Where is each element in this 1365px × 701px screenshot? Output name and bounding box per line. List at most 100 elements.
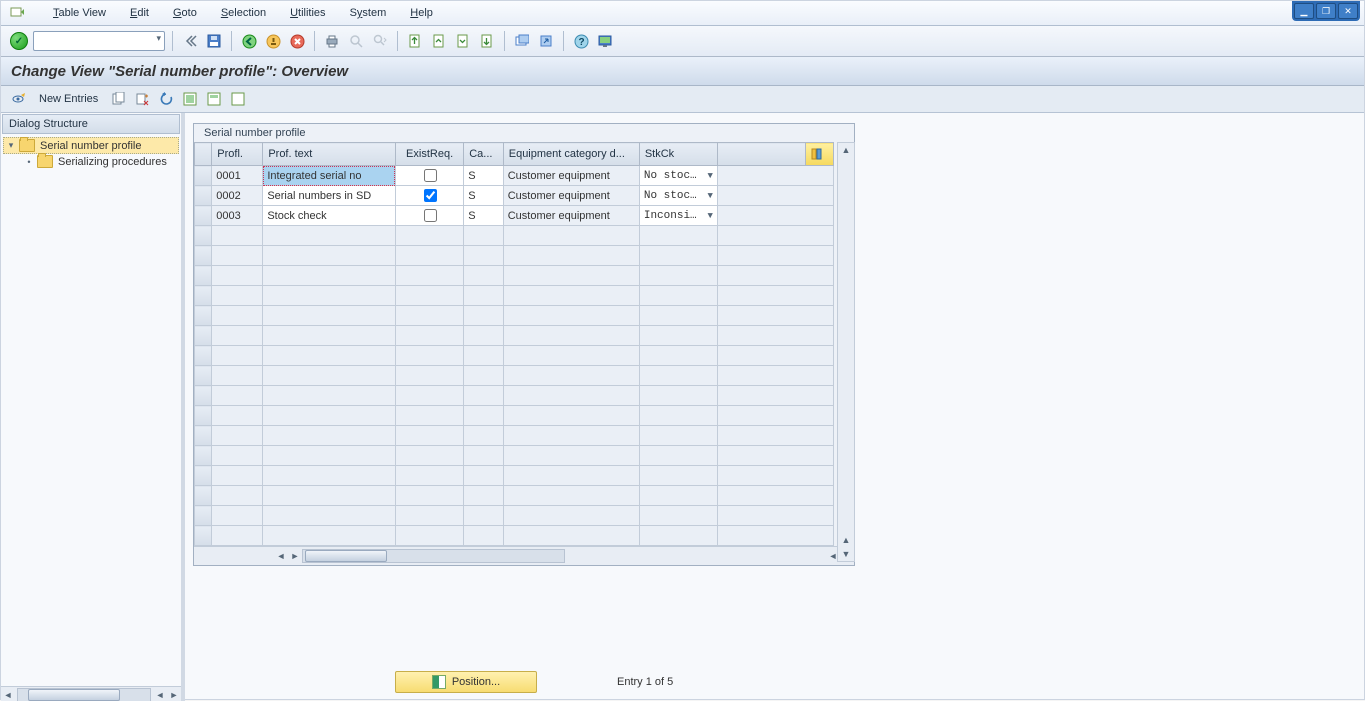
scroll-track[interactable]	[17, 688, 151, 701]
cell-empty[interactable]	[639, 326, 717, 346]
last-page-icon[interactable]	[477, 31, 497, 51]
change-display-icon[interactable]	[9, 89, 29, 109]
cell-empty[interactable]	[212, 506, 263, 526]
cell-category[interactable]: S	[464, 166, 504, 186]
help-icon[interactable]: ?	[571, 31, 591, 51]
cell-empty[interactable]	[464, 506, 504, 526]
cell-empty[interactable]	[639, 246, 717, 266]
find-icon[interactable]	[346, 31, 366, 51]
stkck-dropdown[interactable]: No stoc…▼	[644, 170, 713, 182]
cell-empty[interactable]	[639, 486, 717, 506]
col-header-existreq[interactable]: ExistReq.	[395, 143, 463, 166]
row-selector[interactable]	[195, 306, 212, 326]
scroll-thumb[interactable]	[28, 689, 120, 701]
cell-empty[interactable]	[503, 486, 639, 506]
menu-help[interactable]: Help	[398, 1, 445, 25]
select-block-icon[interactable]	[204, 89, 224, 109]
cell-empty[interactable]	[464, 326, 504, 346]
cell-empty[interactable]	[212, 366, 263, 386]
cell-empty[interactable]	[263, 386, 396, 406]
row-selector[interactable]	[195, 526, 212, 546]
cell-empty[interactable]	[395, 266, 463, 286]
row-selector[interactable]	[195, 166, 212, 186]
cell-stkck[interactable]: Inconsi…▼	[639, 206, 717, 226]
cell-empty[interactable]	[639, 366, 717, 386]
cell-empty[interactable]	[395, 506, 463, 526]
cell-empty[interactable]	[464, 286, 504, 306]
table-row[interactable]	[195, 426, 834, 446]
cell-empty[interactable]	[263, 226, 396, 246]
cell-empty[interactable]	[212, 426, 263, 446]
cell-empty[interactable]	[503, 506, 639, 526]
col-header-equipment-desc[interactable]: Equipment category d...	[503, 143, 639, 166]
select-all-icon[interactable]	[180, 89, 200, 109]
new-session-icon[interactable]	[512, 31, 532, 51]
cell-equipment-desc[interactable]: Customer equipment	[503, 166, 639, 186]
cell-empty[interactable]	[263, 246, 396, 266]
cell-empty[interactable]	[503, 526, 639, 546]
prev-page-icon[interactable]	[429, 31, 449, 51]
cell-empty[interactable]	[639, 446, 717, 466]
cell-empty[interactable]	[395, 526, 463, 546]
cell-empty[interactable]	[395, 446, 463, 466]
scroll-left-icon[interactable]: ◄	[274, 551, 288, 561]
scroll-track[interactable]	[302, 549, 565, 563]
row-selector[interactable]	[195, 346, 212, 366]
cell-empty[interactable]	[212, 226, 263, 246]
table-row[interactable]	[195, 246, 834, 266]
menu-table-view[interactable]: Table View	[41, 1, 118, 25]
enter-button[interactable]	[9, 31, 29, 51]
cell-empty[interactable]	[639, 406, 717, 426]
cell-empty[interactable]	[464, 306, 504, 326]
cell-empty[interactable]	[639, 306, 717, 326]
cell-empty[interactable]	[639, 226, 717, 246]
back-icon[interactable]	[239, 31, 259, 51]
next-page-icon[interactable]	[453, 31, 473, 51]
local-layout-icon[interactable]	[595, 31, 615, 51]
cell-empty[interactable]	[263, 306, 396, 326]
table-row[interactable]	[195, 446, 834, 466]
app-menu-icon[interactable]	[9, 5, 25, 21]
scroll-down-icon[interactable]: ▼	[838, 547, 854, 561]
col-header-profl[interactable]: Profl.	[212, 143, 263, 166]
cell-empty[interactable]	[395, 366, 463, 386]
cancel-icon[interactable]	[287, 31, 307, 51]
cell-existreq[interactable]	[395, 206, 463, 226]
cell-empty[interactable]	[395, 386, 463, 406]
row-selector[interactable]	[195, 446, 212, 466]
shortcut-icon[interactable]	[536, 31, 556, 51]
row-selector[interactable]	[195, 286, 212, 306]
table-row[interactable]	[195, 406, 834, 426]
cell-empty[interactable]	[464, 386, 504, 406]
cell-empty[interactable]	[263, 526, 396, 546]
table-settings-icon[interactable]	[805, 143, 833, 166]
cell-stkck[interactable]: No stoc…▼	[639, 166, 717, 186]
cell-existreq[interactable]	[395, 186, 463, 206]
cell-empty[interactable]	[639, 266, 717, 286]
cell-profl[interactable]: 0001	[212, 166, 263, 186]
cell-empty[interactable]	[263, 266, 396, 286]
cell-empty[interactable]	[212, 246, 263, 266]
table-row[interactable]	[195, 286, 834, 306]
cell-empty[interactable]	[464, 466, 504, 486]
row-selector[interactable]	[195, 406, 212, 426]
cell-empty[interactable]	[263, 466, 396, 486]
table-row[interactable]	[195, 266, 834, 286]
cell-empty[interactable]	[263, 486, 396, 506]
table-row[interactable]	[195, 386, 834, 406]
stkck-dropdown[interactable]: No stoc…▼	[644, 190, 713, 202]
cell-empty[interactable]	[263, 426, 396, 446]
scroll-up-icon[interactable]: ▲	[838, 533, 854, 547]
cell-empty[interactable]	[464, 226, 504, 246]
cell-empty[interactable]	[212, 326, 263, 346]
row-selector[interactable]	[195, 366, 212, 386]
cell-empty[interactable]	[503, 326, 639, 346]
cell-empty[interactable]	[263, 506, 396, 526]
cell-empty[interactable]	[395, 426, 463, 446]
cell-stkck[interactable]: No stoc…▼	[639, 186, 717, 206]
scroll-track[interactable]	[838, 157, 854, 533]
table-horizontal-scrollbar[interactable]: ◄ ► ◄ ►	[194, 546, 854, 565]
table-vertical-scrollbar[interactable]: ▲ ▲ ▼	[837, 142, 855, 562]
position-button[interactable]: Position...	[395, 671, 537, 693]
cell-empty[interactable]	[503, 246, 639, 266]
